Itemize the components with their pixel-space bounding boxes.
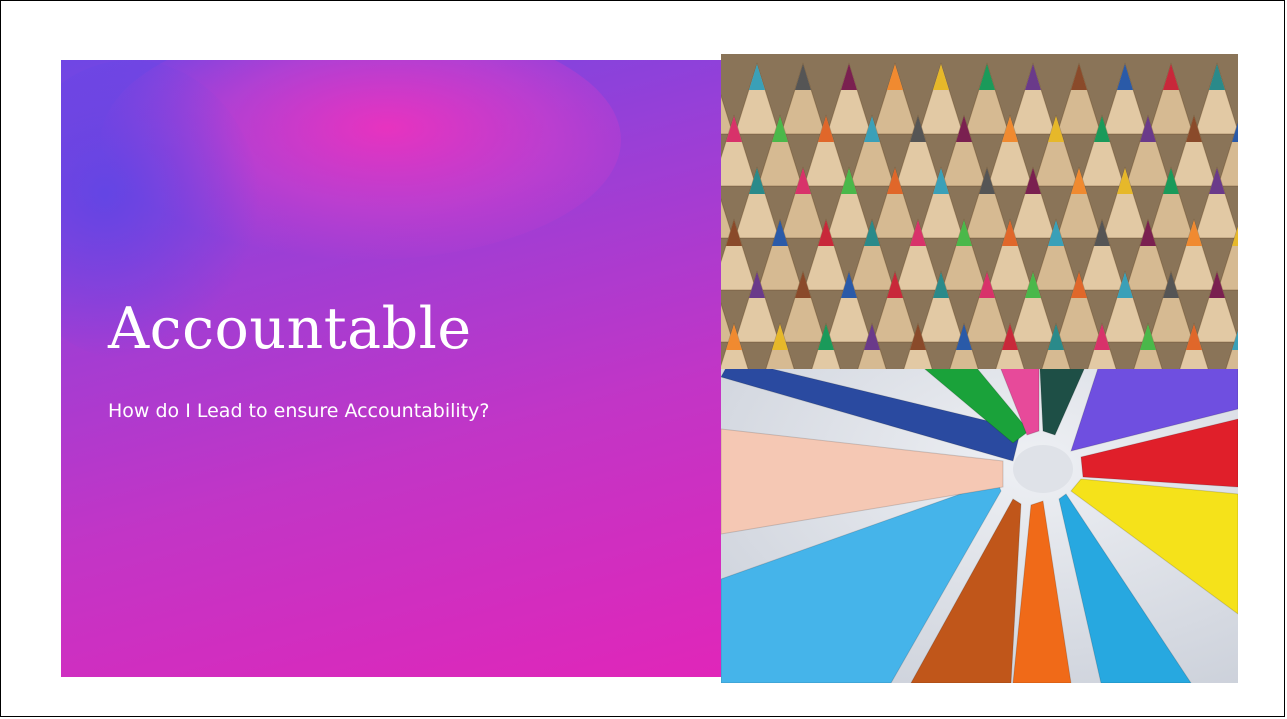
crayons-photo [721, 369, 1238, 683]
slide-title: Accountable [108, 296, 472, 362]
colored-pencils-photo [721, 54, 1238, 369]
slide-subtitle: How do I Lead to ensure Accountability? [108, 400, 490, 422]
title-panel: Accountable How do I Lead to ensure Acco… [61, 60, 721, 677]
slide: Accountable How do I Lead to ensure Acco… [0, 0, 1285, 717]
